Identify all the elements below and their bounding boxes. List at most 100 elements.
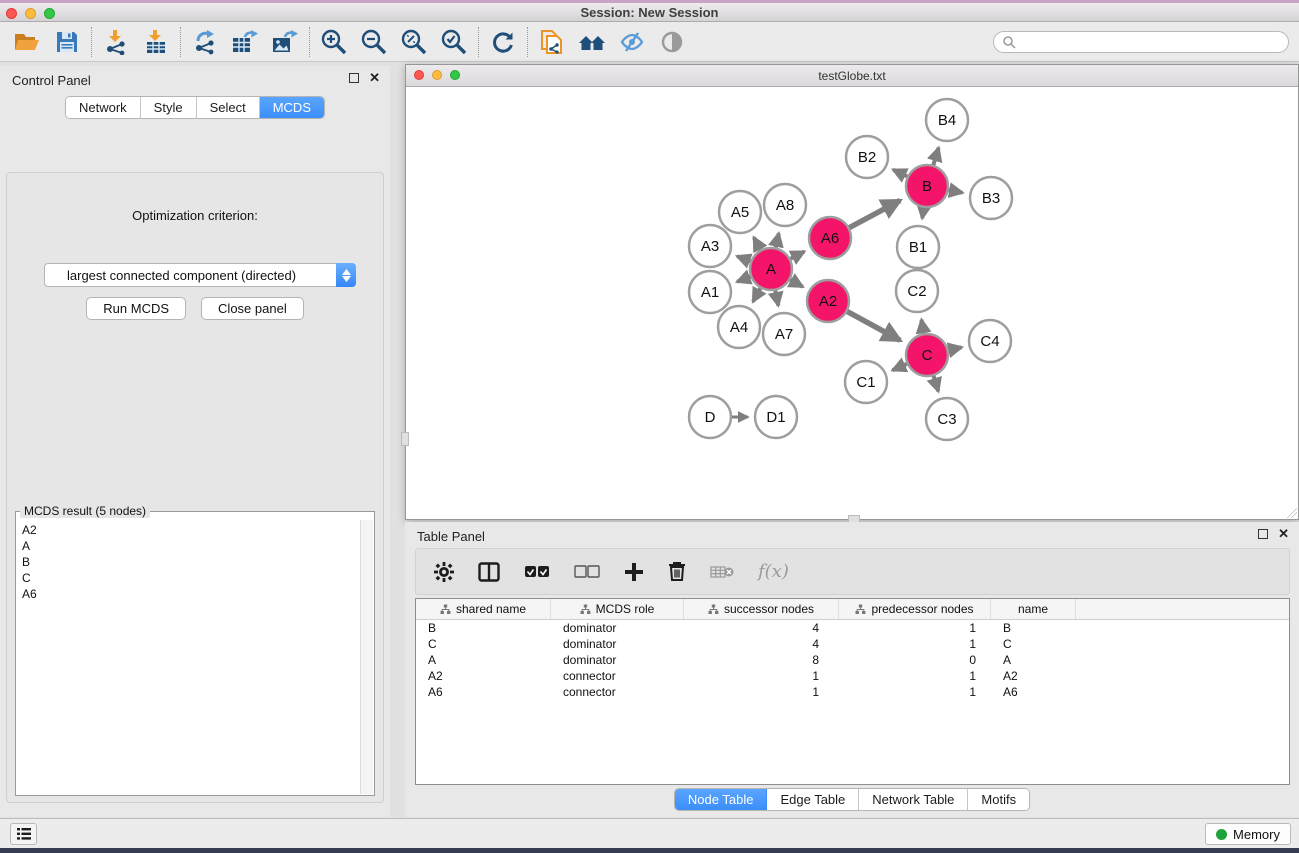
mcds-result-list[interactable]: A2ABCA6 — [17, 520, 360, 794]
graph-node-C4[interactable]: C4 — [969, 320, 1011, 362]
home-icon[interactable] — [575, 26, 609, 58]
network-window-title: testGlobe.txt — [406, 69, 1298, 83]
graph-node-B2[interactable]: B2 — [846, 136, 888, 178]
status-bar: Memory — [0, 818, 1299, 848]
search-input[interactable] — [1016, 35, 1280, 49]
network-canvas[interactable]: B4 B2 B B3 A5A8 A6 A3 B1 A A1 C2 A2 A4A7 C4 C C1 C3 D D1 — [406, 88, 1298, 519]
optimization-criterion-label: Optimization criterion: — [7, 208, 383, 223]
svg-text:B1: B1 — [909, 239, 927, 256]
graph-node-A1[interactable]: A1 — [689, 271, 731, 313]
graph-node-C[interactable]: C — [906, 334, 948, 376]
graph-node-C3[interactable]: C3 — [926, 398, 968, 440]
add-row-icon[interactable] — [624, 562, 644, 582]
split-panel-icon[interactable] — [478, 562, 500, 582]
tab-motifs[interactable]: Motifs — [968, 789, 1029, 810]
mcds-result-item[interactable]: A — [22, 538, 360, 554]
tab-node-table[interactable]: Node Table — [675, 789, 768, 810]
tab-select[interactable]: Select — [197, 97, 260, 118]
svg-text:A6: A6 — [821, 230, 839, 247]
column-header-successor-nodes[interactable]: successor nodes — [684, 599, 839, 619]
select-all-icon[interactable] — [524, 565, 550, 579]
table-cell: 1 — [839, 684, 991, 700]
run-mcds-button[interactable]: Run MCDS — [86, 297, 186, 320]
svg-text:B2: B2 — [858, 149, 876, 166]
tab-style[interactable]: Style — [141, 97, 197, 118]
column-header-name[interactable]: name — [991, 599, 1076, 619]
table-cell: dominator — [551, 652, 684, 668]
open-session-icon[interactable] — [10, 26, 44, 58]
zoom-out-icon[interactable] — [357, 26, 391, 58]
criterion-dropdown[interactable]: largest connected component (directed) — [44, 263, 356, 287]
zoom-fit-icon[interactable] — [397, 26, 431, 58]
graph-node-D[interactable]: D — [689, 396, 731, 438]
desktop-background-bottom — [0, 848, 1299, 853]
show-panel-icon[interactable] — [655, 26, 689, 58]
graph-node-C2[interactable]: C2 — [896, 270, 938, 312]
import-table-icon[interactable] — [139, 26, 173, 58]
table-panel-title: Table Panel — [417, 529, 485, 544]
table-row[interactable]: Adominator80A — [416, 652, 1289, 668]
zoom-selected-icon[interactable] — [437, 26, 471, 58]
column-header-mcds-role[interactable]: MCDS role — [551, 599, 684, 619]
float-panel-icon[interactable] — [349, 73, 359, 83]
graph-node-B4[interactable]: B4 — [926, 99, 968, 141]
export-image-icon[interactable] — [268, 26, 302, 58]
table-row[interactable]: A2connector11A2 — [416, 668, 1289, 684]
graph-node-B1[interactable]: B1 — [897, 226, 939, 268]
graph-node-A4[interactable]: A4 — [718, 306, 760, 348]
task-history-button[interactable] — [10, 823, 37, 845]
graph-node-A8[interactable]: A8 — [764, 184, 806, 226]
mcds-result-item[interactable]: B — [22, 554, 360, 570]
mcds-result-item[interactable]: C — [22, 570, 360, 586]
export-table-icon[interactable] — [228, 26, 262, 58]
svg-text:B: B — [922, 178, 932, 195]
close-panel-icon[interactable]: ✕ — [369, 73, 380, 83]
graph-node-A2[interactable]: A2 — [807, 280, 849, 322]
panel-collapse-handle-left[interactable] — [401, 432, 409, 446]
column-header-shared-name[interactable]: shared name — [416, 599, 551, 619]
refresh-icon[interactable] — [486, 26, 520, 58]
duplicate-network-icon[interactable] — [535, 26, 569, 58]
close-panel-icon[interactable]: ✕ — [1278, 529, 1289, 539]
mcds-result-item[interactable]: A2 — [22, 522, 360, 538]
column-header-predecessor-nodes[interactable]: predecessor nodes — [839, 599, 991, 619]
graph-node-A5[interactable]: A5 — [719, 191, 761, 233]
table-settings-icon[interactable] — [434, 562, 454, 582]
graph-node-C1[interactable]: C1 — [845, 361, 887, 403]
window-resize-grip[interactable] — [1287, 508, 1297, 518]
tab-mcds[interactable]: MCDS — [260, 97, 324, 118]
import-network-icon[interactable] — [99, 26, 133, 58]
table-cell: 1 — [839, 668, 991, 684]
deselect-all-icon[interactable] — [574, 565, 600, 579]
export-network-icon[interactable] — [188, 26, 222, 58]
mcds-result-scrollbar[interactable] — [360, 520, 373, 794]
svg-text:C2: C2 — [907, 283, 926, 300]
close-panel-button[interactable]: Close panel — [201, 297, 304, 320]
tab-network[interactable]: Network — [66, 97, 141, 118]
delete-table-icon[interactable] — [710, 564, 734, 580]
table-cell: 8 — [684, 652, 839, 668]
graph-node-B[interactable]: B — [906, 165, 948, 207]
mcds-result-item[interactable]: A6 — [22, 586, 360, 602]
memory-button[interactable]: Memory — [1205, 823, 1291, 845]
table-row[interactable]: Bdominator41B — [416, 620, 1289, 636]
float-panel-icon[interactable] — [1258, 529, 1268, 539]
graph-node-B3[interactable]: B3 — [970, 177, 1012, 219]
table-cell: dominator — [551, 620, 684, 636]
graph-node-A3[interactable]: A3 — [689, 225, 731, 267]
tab-network-table[interactable]: Network Table — [859, 789, 968, 810]
graph-node-A[interactable]: A — [750, 248, 792, 290]
table-cell: A — [416, 652, 551, 668]
tab-edge-table[interactable]: Edge Table — [767, 789, 859, 810]
save-session-icon[interactable] — [50, 26, 84, 58]
delete-row-icon[interactable] — [668, 561, 686, 582]
search-field[interactable] — [993, 31, 1289, 53]
table-row[interactable]: A6connector11A6 — [416, 684, 1289, 700]
graph-node-A7[interactable]: A7 — [763, 313, 805, 355]
function-builder-icon[interactable]: f(x) — [758, 561, 789, 582]
graph-node-D1[interactable]: D1 — [755, 396, 797, 438]
graph-node-A6[interactable]: A6 — [809, 217, 851, 259]
hide-panel-icon[interactable] — [615, 26, 649, 58]
zoom-in-icon[interactable] — [317, 26, 351, 58]
table-row[interactable]: Cdominator41C — [416, 636, 1289, 652]
